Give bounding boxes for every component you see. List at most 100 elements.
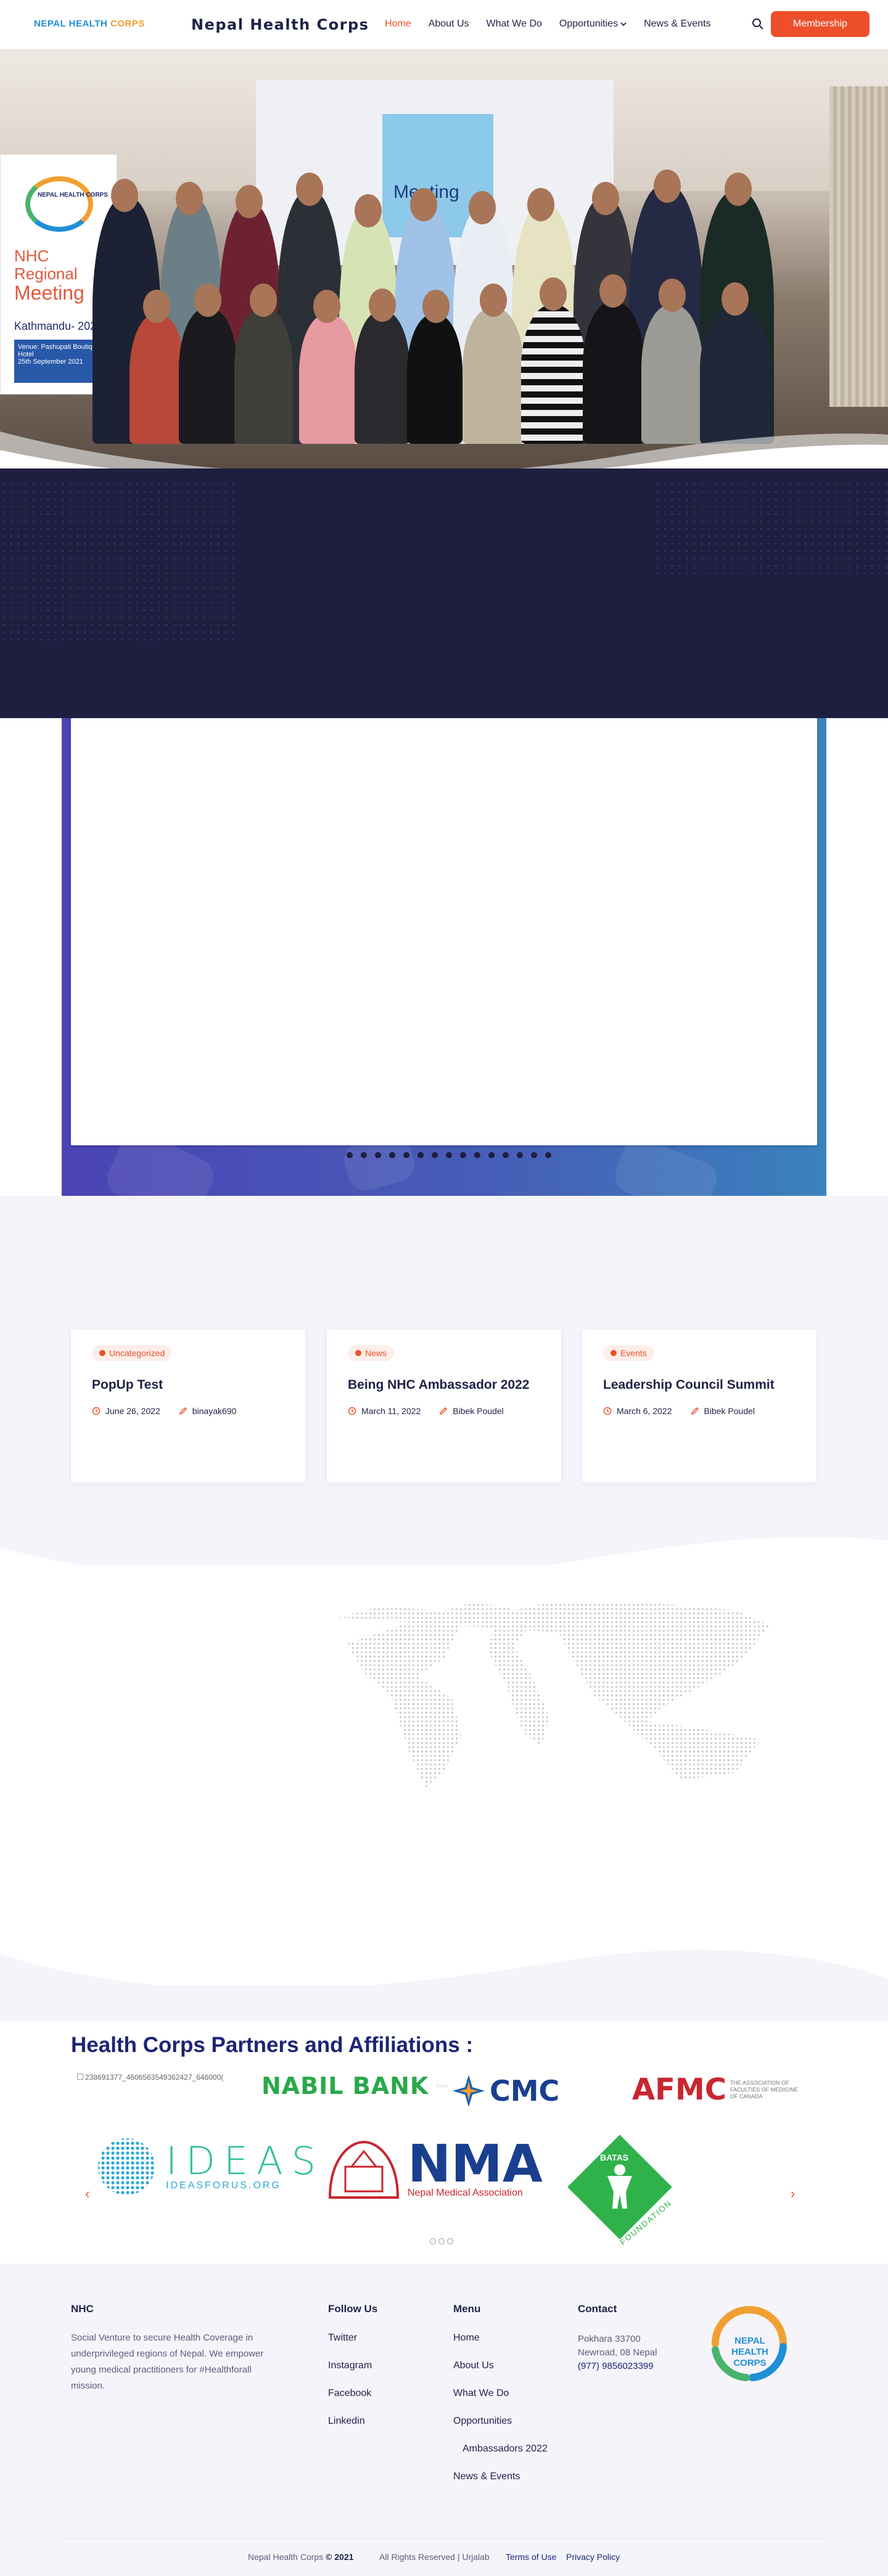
group-photo-people [92, 170, 863, 444]
category-tag[interactable]: Uncategorized [92, 1345, 173, 1361]
footer-link-instagram[interactable]: Instagram [328, 2360, 372, 2371]
category-tag[interactable]: News [348, 1345, 395, 1361]
carousel-dot[interactable] [447, 2238, 453, 2244]
chevron-down-icon [620, 22, 627, 27]
logo-word-health: HEALTH [68, 18, 108, 29]
footer-nhc-text: Social Venture to secure Health Coverage… [71, 2333, 264, 2391]
footer-link-linkedin[interactable]: Linkedin [328, 2416, 365, 2427]
carousel-dot[interactable] [446, 1152, 452, 1158]
search-icon[interactable] [751, 17, 765, 31]
copyright-year: © 2021 [326, 2552, 354, 2562]
carousel-dot[interactable] [545, 1152, 551, 1158]
news-card[interactable]: News Being NHC Ambassador 2022 March 11,… [327, 1330, 561, 1482]
footer-menu-home[interactable]: Home [453, 2333, 480, 2344]
clock-icon [348, 1407, 356, 1415]
nma-logo-text: NMA [408, 2133, 543, 2194]
map-bottom-wave [0, 1950, 888, 2022]
footer-menu-what-we-do[interactable]: What We Do [453, 2388, 509, 2399]
carousel-dot[interactable] [403, 1152, 409, 1158]
footer-menu-news[interactable]: News & Events [453, 2471, 520, 2482]
carousel-dot[interactable] [517, 1152, 523, 1158]
news-author[interactable]: Bibek Poudel [439, 1406, 504, 1416]
batas-logo-text: BATAS [600, 2153, 629, 2162]
carousel-next-arrow[interactable]: › [791, 2186, 795, 2202]
video-embed-card[interactable] [71, 718, 817, 1145]
carousel-dot[interactable] [503, 1152, 509, 1158]
nav-home[interactable]: Home [385, 18, 411, 30]
copyright: Nepal Health Corps © 2021 [248, 2552, 353, 2562]
partner-logo-ideas[interactable]: IDEAS IDEASFORUS.ORG [96, 2136, 324, 2198]
nav-opportunities[interactable]: Opportunities [559, 18, 627, 30]
carousel-dot[interactable] [347, 1152, 353, 1158]
news-title[interactable]: Being NHC Ambassador 2022 [348, 1378, 529, 1392]
nma-emblem-icon [328, 2140, 400, 2199]
site-logo[interactable]: NEPAL HEALTH CORPS [34, 18, 145, 29]
footer-logo[interactable]: NEPAL HEALTH CORPS [703, 2297, 796, 2390]
nav-news-events[interactable]: News & Events [644, 18, 710, 30]
nav-what-we-do[interactable]: What We Do [487, 18, 542, 30]
carousel-prev-arrow[interactable]: ‹ [85, 2186, 89, 2202]
pen-icon [691, 1407, 699, 1415]
footer-link-facebook[interactable]: Facebook [328, 2388, 371, 2399]
dot-pattern-left [0, 481, 234, 641]
footer-nhc-heading: NHC [71, 2303, 94, 2315]
news-date: June 26, 2022 [92, 1406, 160, 1416]
afmc-logo-text: AFMC [632, 2072, 726, 2107]
news-date-text: March 11, 2022 [361, 1406, 421, 1416]
partner-logo-nma[interactable]: NMA Nepal Medical Association [324, 2136, 543, 2204]
carousel-dot[interactable] [432, 1152, 438, 1158]
news-card[interactable]: Uncategorized PopUp Test June 26, 2022 b… [71, 1330, 305, 1482]
copyright-name: Nepal Health Corps [248, 2552, 324, 2562]
carousel-dot[interactable] [531, 1152, 537, 1158]
broken-image-alt: 238691377_4606563549362427_646000( [85, 2073, 224, 2082]
banner-line-1: NHC [14, 247, 49, 265]
footer-link-twitter[interactable]: Twitter [328, 2333, 357, 2344]
news-date-text: June 26, 2022 [105, 1406, 160, 1416]
banner-line-2: Regional [14, 264, 78, 283]
main-nav: Home About Us What We Do Opportunities N… [385, 18, 711, 30]
membership-button[interactable]: Membership [771, 11, 870, 37]
nav-about-us[interactable]: About Us [429, 18, 469, 30]
news-date: March 11, 2022 [348, 1406, 421, 1416]
category-tag[interactable]: Events [603, 1345, 654, 1361]
clock-icon [92, 1407, 101, 1415]
site-title[interactable]: Nepal Health Corps [191, 16, 369, 33]
privacy-link[interactable]: Privacy Policy [566, 2552, 620, 2562]
carousel-dot[interactable] [438, 2238, 445, 2244]
news-title[interactable]: Leadership Council Summit [603, 1378, 775, 1392]
news-meta: June 26, 2022 binayak690 [92, 1406, 236, 1416]
carousel-dot[interactable] [488, 1152, 495, 1158]
pen-icon [179, 1407, 187, 1415]
dark-section [0, 468, 888, 718]
footer-menu-opportunities[interactable]: Opportunities [453, 2416, 512, 2427]
news-author-text: Bibek Poudel [704, 1406, 755, 1416]
carousel-dot[interactable] [474, 1152, 480, 1158]
dot-pattern-right [654, 481, 888, 579]
news-author[interactable]: binayak690 [179, 1406, 236, 1416]
news-author[interactable]: Bibek Poudel [691, 1406, 755, 1416]
carousel-dot[interactable] [417, 1152, 424, 1158]
partner-logo-cmc[interactable]: CMC [450, 2072, 559, 2109]
footer-menu-ambassadors[interactable]: Ambassadors 2022 [462, 2443, 548, 2455]
carousel-dot[interactable] [375, 1152, 381, 1158]
news-title[interactable]: PopUp Test [92, 1378, 163, 1392]
footer-follow-heading: Follow Us [328, 2303, 378, 2315]
partner-logo-afmc[interactable]: AFMC THE ASSOCIATION OF FACULTIES OF MED… [632, 2072, 804, 2107]
terms-link[interactable]: Terms of Use [506, 2552, 556, 2562]
carousel-dot[interactable] [361, 1152, 367, 1158]
logo-word-corps: CORPS [110, 18, 145, 29]
banner-logo-ring [25, 176, 93, 232]
batas-figure-icon [607, 2164, 632, 2209]
partner-logo-nabil[interactable]: NABIL BANK ○○○ [261, 2072, 448, 2100]
contact-phone[interactable]: (977) 9856023399 [578, 2358, 654, 2374]
site-footer: NHC Social Venture to secure Health Cove… [0, 2263, 888, 2576]
ideas-dot-globe-icon [98, 2138, 155, 2195]
footer-menu-about[interactable]: About Us [453, 2360, 494, 2371]
carousel-dot[interactable] [430, 2238, 436, 2244]
partners-heading: Health Corps Partners and Affiliations : [71, 2033, 474, 2057]
afmc-logo-subtext: THE ASSOCIATION OF FACULTIES OF MEDICINE… [730, 2079, 798, 2100]
carousel-dot[interactable] [389, 1152, 395, 1158]
carousel-dot[interactable] [460, 1152, 466, 1158]
news-card[interactable]: Events Leadership Council Summit March 6… [582, 1330, 816, 1482]
partner-logo-batas[interactable]: BATAS FOUNDATION [567, 2135, 674, 2247]
